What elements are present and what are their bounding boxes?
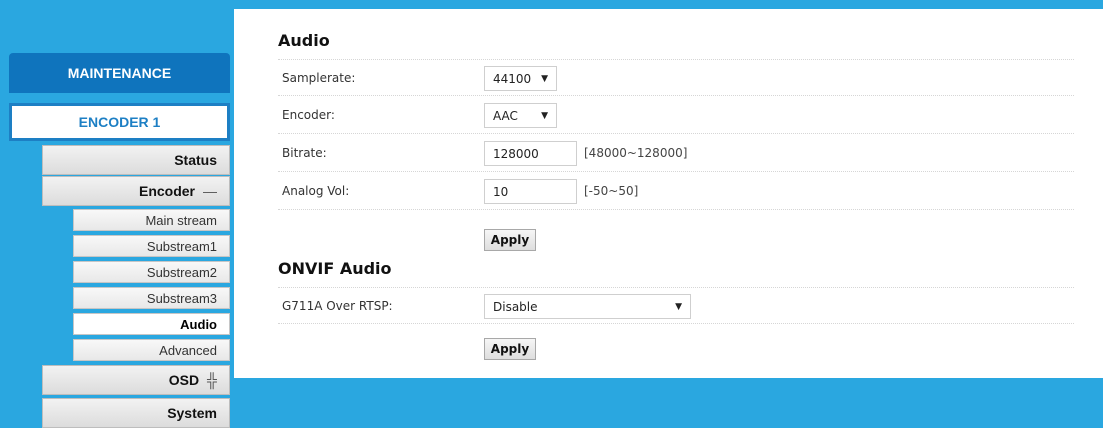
sidebar-item-label: Substream3 xyxy=(146,290,217,306)
sidebar-item-label: Audio xyxy=(180,316,217,332)
sidebar-item-label: Substream2 xyxy=(146,264,217,280)
chevron-down-icon: ▼ xyxy=(675,301,682,312)
sidebar-item-label: OSD xyxy=(168,372,200,388)
sidebar-item-osd[interactable]: OSD ╬ xyxy=(42,365,230,395)
apply-label: Apply xyxy=(490,233,530,247)
bitrate-row: Bitrate: 128000 [48000~128000] xyxy=(278,135,1074,172)
g711a-row: G711A Over RTSP: Disable ▼ xyxy=(278,287,1074,324)
apply-label: Apply xyxy=(490,342,530,356)
chevron-down-icon: ▼ xyxy=(541,110,548,121)
sidebar-item-advanced[interactable]: Advanced xyxy=(73,339,230,361)
samplerate-select[interactable]: 44100 ▼ xyxy=(484,66,557,91)
sidebar-item-label: Substream1 xyxy=(146,238,217,254)
g711a-label: G711A Over RTSP: xyxy=(282,299,393,313)
encoder1-label: ENCODER 1 xyxy=(78,114,161,130)
settings-panel: Audio Samplerate: 44100 ▼ Encoder: AAC ▼… xyxy=(234,9,1103,378)
collapse-icon: — xyxy=(203,183,217,199)
sidebar-item-substream3[interactable]: Substream3 xyxy=(73,287,230,309)
sidebar-item-label: Advanced xyxy=(159,342,217,358)
samplerate-row: Samplerate: 44100 ▼ xyxy=(278,59,1074,96)
samplerate-label: Samplerate: xyxy=(282,71,356,85)
samplerate-value: 44100 xyxy=(493,71,532,86)
maintenance-button[interactable]: MAINTENANCE xyxy=(9,53,230,93)
encoder1-button[interactable]: ENCODER 1 xyxy=(9,103,230,141)
expand-icon: ╬ xyxy=(207,372,217,388)
bitrate-input[interactable]: 128000 xyxy=(484,141,577,166)
bitrate-range: [48000~128000] xyxy=(584,146,688,160)
onvif-apply-button[interactable]: Apply xyxy=(484,338,536,360)
bitrate-label: Bitrate: xyxy=(282,146,327,160)
bitrate-value: 128000 xyxy=(493,146,539,161)
analog-vol-value: 10 xyxy=(493,184,509,199)
analog-vol-range: [-50~50] xyxy=(584,184,639,198)
analog-vol-row: Analog Vol: 10 [-50~50] xyxy=(278,173,1074,210)
sidebar: MAINTENANCE ENCODER 1 Status Encoder — M… xyxy=(0,0,233,428)
sidebar-item-substream1[interactable]: Substream1 xyxy=(73,235,230,257)
g711a-select[interactable]: Disable ▼ xyxy=(484,294,691,319)
sidebar-item-label: System xyxy=(167,405,217,421)
sidebar-item-label: Encoder xyxy=(138,183,195,199)
sidebar-item-substream2[interactable]: Substream2 xyxy=(73,261,230,283)
onvif-section-title: ONVIF Audio xyxy=(278,259,392,278)
encoder-value: AAC xyxy=(493,108,518,123)
audio-apply-button[interactable]: Apply xyxy=(484,229,536,251)
encoder-label: Encoder: xyxy=(282,108,335,122)
sidebar-item-label: Main stream xyxy=(145,212,217,228)
sidebar-item-audio[interactable]: Audio xyxy=(73,313,230,335)
sidebar-item-label: Status xyxy=(174,152,217,168)
analog-vol-label: Analog Vol: xyxy=(282,184,350,198)
audio-section-title: Audio xyxy=(278,31,330,50)
g711a-value: Disable xyxy=(493,299,538,314)
chevron-down-icon: ▼ xyxy=(541,73,548,84)
sidebar-item-main-stream[interactable]: Main stream xyxy=(73,209,230,231)
maintenance-label: MAINTENANCE xyxy=(67,65,172,81)
encoder-row: Encoder: AAC ▼ xyxy=(278,97,1074,134)
sidebar-item-encoder[interactable]: Encoder — xyxy=(42,176,230,206)
sidebar-item-status[interactable]: Status xyxy=(42,145,230,175)
encoder-select[interactable]: AAC ▼ xyxy=(484,103,557,128)
analog-vol-input[interactable]: 10 xyxy=(484,179,577,204)
